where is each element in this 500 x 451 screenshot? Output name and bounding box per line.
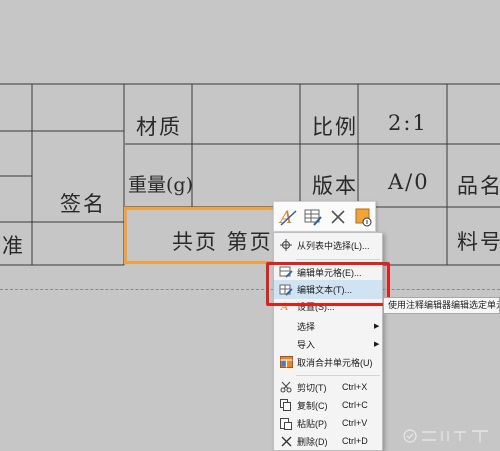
weight-label: 重量(g) [128, 174, 193, 196]
menu-item-label: 剪切(T) [297, 382, 327, 393]
crosshair-icon [278, 238, 294, 252]
part-number-label: 料号 [457, 230, 500, 254]
menu-item-select-from-list[interactable]: 从列表中选择(L)... [274, 236, 382, 254]
menu-item-label: 复制(C) [297, 400, 328, 411]
menu-item-select[interactable]: 选择 ▶ [274, 317, 382, 335]
menu-item-label: 取消合并单元格(U) [297, 357, 373, 368]
menu-item-cut[interactable]: 剪切(T) Ctrl+X [274, 378, 382, 396]
tooltip: 使用注释编辑器编辑选定单元格 [383, 297, 500, 314]
copy-icon [278, 398, 294, 412]
menu-item-unmerge-cells[interactable]: 取消合并单元格(U) [274, 353, 382, 371]
menu-item-shortcut: Ctrl+X [342, 382, 368, 392]
drawing-canvas[interactable]: 材质 比例 2:1 重量(g) 版本 A/0 品名 签名 准 共页 第页 料号 [0, 0, 500, 451]
edit-table-icon[interactable] [302, 205, 324, 229]
version-value: A/0 [388, 170, 430, 194]
menu-item-paste[interactable]: 粘贴(P) Ctrl+V [274, 414, 382, 432]
menu-item-label: 导入 [297, 339, 316, 350]
paste-icon [278, 416, 294, 430]
menu-separator [296, 259, 380, 260]
close-icon[interactable] [327, 205, 349, 229]
annotation-highlight-box [266, 262, 390, 306]
menu-item-shortcut: Ctrl+C [342, 400, 368, 410]
menu-item-copy[interactable]: 复制(C) Ctrl+C [274, 396, 382, 414]
scale-value: 2:1 [388, 111, 428, 135]
submenu-arrow-icon: ▶ [374, 323, 380, 330]
version-label: 版本 [312, 174, 358, 198]
menu-item-label: 删除(D) [297, 436, 328, 447]
unmerge-icon [278, 355, 294, 369]
properties-icon[interactable] [352, 205, 374, 229]
mini-toolbar: A [273, 201, 376, 232]
material-label: 材质 [136, 115, 182, 139]
menu-item-shortcut: Ctrl+D [342, 436, 368, 446]
menu-item-shortcut: Ctrl+V [342, 418, 368, 428]
product-name-label: 品名 [457, 174, 500, 198]
scissors-icon [278, 380, 294, 394]
approve-label: 准 [2, 234, 25, 258]
menu-item-label: 粘贴(P) [297, 418, 327, 429]
menu-item-import[interactable]: 导入 ▶ [274, 335, 382, 353]
scale-label: 比例 [312, 115, 358, 139]
text-style-icon[interactable]: A [277, 205, 299, 229]
watermark-logo [403, 429, 488, 443]
svg-text:A: A [278, 208, 292, 227]
menu-item-label: 选择 [297, 321, 316, 332]
menu-item-delete[interactable]: 删除(D) Ctrl+D [274, 432, 382, 450]
selected-cell[interactable] [124, 207, 276, 264]
menu-item-label: 从列表中选择(L)... [297, 240, 370, 251]
menu-separator [296, 375, 380, 376]
delete-icon [278, 434, 294, 448]
dashed-centerline [0, 289, 500, 290]
submenu-arrow-icon: ▶ [374, 341, 380, 348]
signature-label: 签名 [60, 192, 106, 216]
